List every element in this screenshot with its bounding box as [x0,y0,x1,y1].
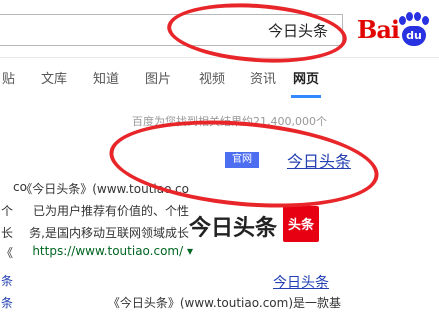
active-tab-underline [291,95,321,98]
toutiao-badge-icon: 头条 [283,206,319,242]
logo-bai: Bai [357,15,399,44]
tab-zhidao[interactable]: 知道 [93,68,119,87]
result-url[interactable]: https://www.toutiao.com/ ▾ [32,244,193,258]
result2-title[interactable]: 今日头条 [273,272,329,292]
side-link[interactable]: 条 [1,272,13,289]
tab-web[interactable]: 网页 [293,68,319,87]
toutiao-logo[interactable]: 头条 今日头条 [189,206,319,242]
logo-badge-text: 头条 [287,218,314,233]
desc-line: 务,是国内移动互联网领域成长 [29,226,189,240]
tab-wenku[interactable]: 文库 [41,68,67,87]
tab-images[interactable]: 图片 [145,68,171,87]
logo-word: 今日头条 [188,216,277,241]
tab-news[interactable]: 资讯 [250,68,276,87]
side-text: 个 [0,204,13,218]
side-text: 长 [0,226,13,240]
mirrored-screenshot: du Bai 网页 资讯 视频 图片 知道 文库 贴 百度为您找到相关结果约21… [0,0,439,315]
side-text: 《 [0,246,13,260]
paw-label: du [406,29,422,42]
side-text: co [13,180,27,194]
baidu-logo[interactable]: du Bai [343,6,439,46]
side-link[interactable]: 条 [1,294,13,311]
tab-tieba[interactable]: 贴 [2,68,15,87]
tab-bar: 网页 资讯 视频 图片 知道 文库 贴 [0,58,439,98]
tab-video[interactable]: 视频 [199,68,225,87]
result2-description: 《今日头条》(www.toutiao.com)是一款基 [107,296,341,310]
desc-line: 已为用户推荐有价值的、个性 [32,204,189,218]
paw-icon: du [399,12,435,46]
